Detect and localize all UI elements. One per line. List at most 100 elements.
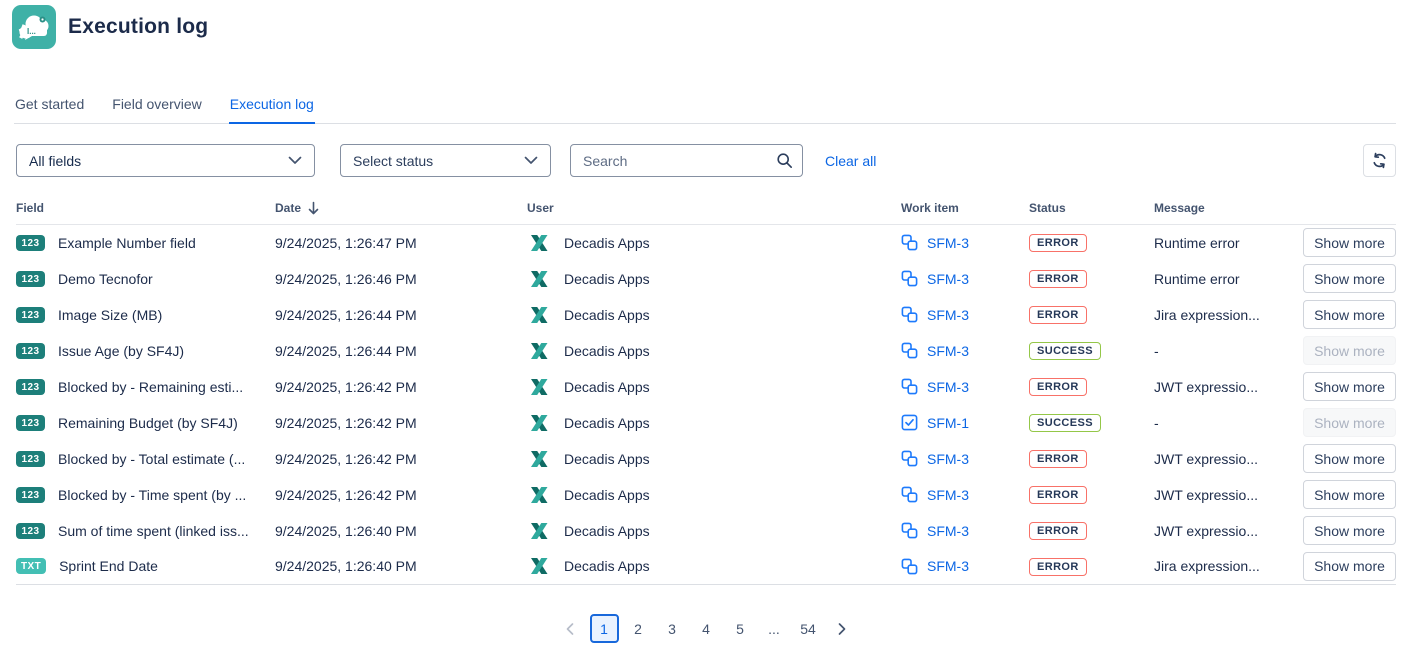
execution-date: 9/24/2025, 1:26:47 PM <box>275 225 527 261</box>
decadis-apps-logo-icon <box>527 267 551 291</box>
pagination-page-2[interactable]: 2 <box>624 614 653 643</box>
subtask-icon <box>901 270 918 287</box>
table-row: 123 Remaining Budget (by SF4J) 9/24/2025… <box>16 405 1396 441</box>
field-type-badge: 123 <box>16 451 45 467</box>
status-badge: ERROR <box>1029 558 1087 576</box>
field-type-badge: 123 <box>16 271 45 287</box>
message-text: JWT expressio... <box>1154 369 1302 405</box>
show-more-button[interactable]: Show more <box>1303 480 1396 509</box>
app-logo-icon: I... <box>12 5 56 49</box>
show-more-button[interactable]: Show more <box>1303 300 1396 329</box>
message-text: JWT expressio... <box>1154 477 1302 513</box>
pagination-page-1[interactable]: 1 <box>590 614 619 643</box>
work-item-link[interactable]: SFM-3 <box>927 235 969 251</box>
subtask-icon <box>901 342 918 359</box>
filter-bar: All fields Select status Clear all <box>16 144 1396 177</box>
work-item-link[interactable]: SFM-3 <box>927 487 969 503</box>
status-filter-select[interactable]: Select status <box>340 144 551 177</box>
field-name: Blocked by - Remaining esti... <box>58 379 243 395</box>
user-name: Decadis Apps <box>564 487 650 503</box>
work-item-link[interactable]: SFM-3 <box>927 307 969 323</box>
table-row: 123 Image Size (MB) 9/24/2025, 1:26:44 P… <box>16 297 1396 333</box>
field-type-badge: 123 <box>16 343 45 359</box>
field-type-badge: 123 <box>16 235 45 251</box>
search-box <box>570 144 803 177</box>
status-badge: ERROR <box>1029 522 1087 540</box>
refresh-button[interactable] <box>1363 144 1396 177</box>
column-header-date[interactable]: Date <box>275 201 527 225</box>
work-item-link[interactable]: SFM-3 <box>927 523 969 539</box>
status-badge: ERROR <box>1029 234 1087 252</box>
table-header-row: Field Date User Work item Status Message <box>16 201 1396 225</box>
field-name: Remaining Budget (by SF4J) <box>58 415 238 431</box>
pagination-page-5[interactable]: 5 <box>726 614 755 643</box>
table-row: 123 Blocked by - Remaining esti... 9/24/… <box>16 369 1396 405</box>
execution-date: 9/24/2025, 1:26:42 PM <box>275 441 527 477</box>
execution-log-table: Field Date User Work item Status Message <box>16 201 1396 585</box>
status-badge: ERROR <box>1029 306 1087 324</box>
status-badge: ERROR <box>1029 378 1087 396</box>
pagination-next-button[interactable] <box>828 614 857 643</box>
message-text: JWT expressio... <box>1154 441 1302 477</box>
subtask-icon <box>901 486 918 503</box>
field-name: Blocked by - Total estimate (... <box>58 451 245 467</box>
show-more-button[interactable]: Show more <box>1303 264 1396 293</box>
field-name: Sum of time spent (linked iss... <box>58 523 249 539</box>
decadis-apps-logo-icon <box>527 303 551 327</box>
app-header: I... Execution log <box>0 0 1412 50</box>
work-item-link[interactable]: SFM-1 <box>927 415 969 431</box>
field-name: Image Size (MB) <box>58 307 162 323</box>
decadis-apps-logo-icon <box>527 447 551 471</box>
tab-bar: Get started Field overview Execution log <box>14 90 1396 124</box>
field-type-badge: 123 <box>16 307 45 323</box>
message-text: Runtime error <box>1154 261 1302 297</box>
field-type-badge: TXT <box>16 558 46 574</box>
execution-date: 9/24/2025, 1:26:40 PM <box>275 549 527 585</box>
tab-field-overview[interactable]: Field overview <box>111 90 202 124</box>
show-more-button[interactable]: Show more <box>1303 516 1396 545</box>
work-item-link[interactable]: SFM-3 <box>927 451 969 467</box>
show-more-button[interactable]: Show more <box>1303 372 1396 401</box>
work-item-link[interactable]: SFM-3 <box>927 379 969 395</box>
field-filter-select[interactable]: All fields <box>16 144 315 177</box>
field-name: Blocked by - Time spent (by ... <box>58 487 246 503</box>
status-filter-placeholder: Select status <box>353 153 433 169</box>
work-item-link[interactable]: SFM-3 <box>927 558 969 574</box>
show-more-button[interactable]: Show more <box>1303 444 1396 473</box>
chevron-down-icon <box>288 156 302 165</box>
user-name: Decadis Apps <box>564 415 650 431</box>
tab-get-started[interactable]: Get started <box>14 90 85 124</box>
user-name: Decadis Apps <box>564 307 650 323</box>
subtask-icon <box>901 558 918 575</box>
status-badge: SUCCESS <box>1029 342 1101 360</box>
page-title: Execution log <box>68 15 208 39</box>
tab-execution-log[interactable]: Execution log <box>229 90 315 124</box>
pagination-page-3[interactable]: 3 <box>658 614 687 643</box>
subtask-icon <box>901 450 918 467</box>
field-name: Issue Age (by SF4J) <box>58 343 184 359</box>
decadis-apps-logo-icon <box>527 554 551 578</box>
pagination-page-4[interactable]: 4 <box>692 614 721 643</box>
show-more-button[interactable]: Show more <box>1303 228 1396 257</box>
field-name: Example Number field <box>58 235 196 251</box>
decadis-apps-logo-icon <box>527 411 551 435</box>
decadis-apps-logo-icon <box>527 231 551 255</box>
pagination: 12345...54 <box>0 614 1412 643</box>
pagination-ellipsis: ... <box>760 614 789 643</box>
clear-all-link[interactable]: Clear all <box>825 153 876 169</box>
execution-date: 9/24/2025, 1:26:44 PM <box>275 333 527 369</box>
user-name: Decadis Apps <box>564 523 650 539</box>
pagination-page-54[interactable]: 54 <box>794 614 823 643</box>
message-text: - <box>1154 333 1302 369</box>
search-input[interactable] <box>570 144 803 177</box>
status-badge: SUCCESS <box>1029 414 1101 432</box>
show-more-button[interactable]: Show more <box>1303 552 1396 581</box>
work-item-link[interactable]: SFM-3 <box>927 343 969 359</box>
column-header-message: Message <box>1154 201 1302 225</box>
execution-date: 9/24/2025, 1:26:44 PM <box>275 297 527 333</box>
field-type-badge: 123 <box>16 379 45 395</box>
work-item-link[interactable]: SFM-3 <box>927 271 969 287</box>
pagination-previous-button <box>556 614 585 643</box>
subtask-icon <box>901 234 918 251</box>
sort-descending-icon[interactable] <box>307 201 320 215</box>
